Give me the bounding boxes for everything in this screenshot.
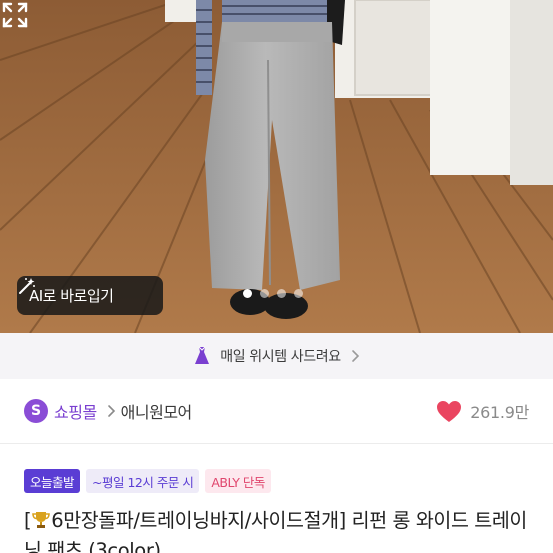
ably-exclusive-tag: ABLY 단독 [205, 469, 271, 493]
order-cutoff-tag: ~평일 12시 주문 시 [86, 469, 200, 493]
title-prefix: [ [24, 509, 32, 532]
expand-icon[interactable] [0, 0, 30, 30]
like-count: 261.9만 [470, 403, 529, 422]
today-shipping-tag: 오늘출발 [24, 469, 81, 493]
shop-badge[interactable]: S [24, 399, 48, 423]
banner-text: 매일 위시템 사드려요 [220, 349, 341, 365]
shop-category-link[interactable]: 쇼핑몰 [54, 399, 97, 423]
carousel-dot-2[interactable] [260, 289, 269, 298]
product-title: [ 6만장돌파/트레이닝바지/사이드절개] 리펀 롱 와이드 트레이닝 팬츠 (… [24, 506, 544, 553]
magic-wand-icon [19, 278, 35, 294]
chevron-right-icon [107, 405, 115, 417]
section-divider [0, 443, 553, 444]
product-photo[interactable]: AI로 바로입기 [0, 0, 553, 333]
product-tags: 오늘출발 ~평일 12시 주문 시 ABLY 단독 [24, 469, 271, 493]
title-text: 6만장돌파/트레이닝바지/사이드절개] 리펀 롱 와이드 트레이닝 팬츠 (3c… [24, 509, 527, 553]
like-button[interactable]: 261.9만 [436, 399, 529, 423]
trophy-icon [32, 512, 51, 528]
carousel-dot-4[interactable] [294, 289, 303, 298]
ai-try-on-label: AI로 바로입기 [29, 287, 114, 305]
seller-row: S 쇼핑몰 애니원모어 261.9만 [0, 379, 553, 443]
store-name-link[interactable]: 애니원모어 [121, 399, 193, 423]
dress-icon [195, 346, 210, 364]
carousel-dot-1[interactable] [243, 289, 252, 298]
heart-icon [437, 400, 462, 422]
carousel-indicator [243, 289, 303, 298]
wish-item-banner[interactable]: 매일 위시템 사드려요 [0, 333, 553, 379]
carousel-dot-3[interactable] [277, 289, 286, 298]
chevron-right-icon [351, 350, 359, 362]
ai-try-on-button[interactable]: AI로 바로입기 [17, 276, 163, 315]
